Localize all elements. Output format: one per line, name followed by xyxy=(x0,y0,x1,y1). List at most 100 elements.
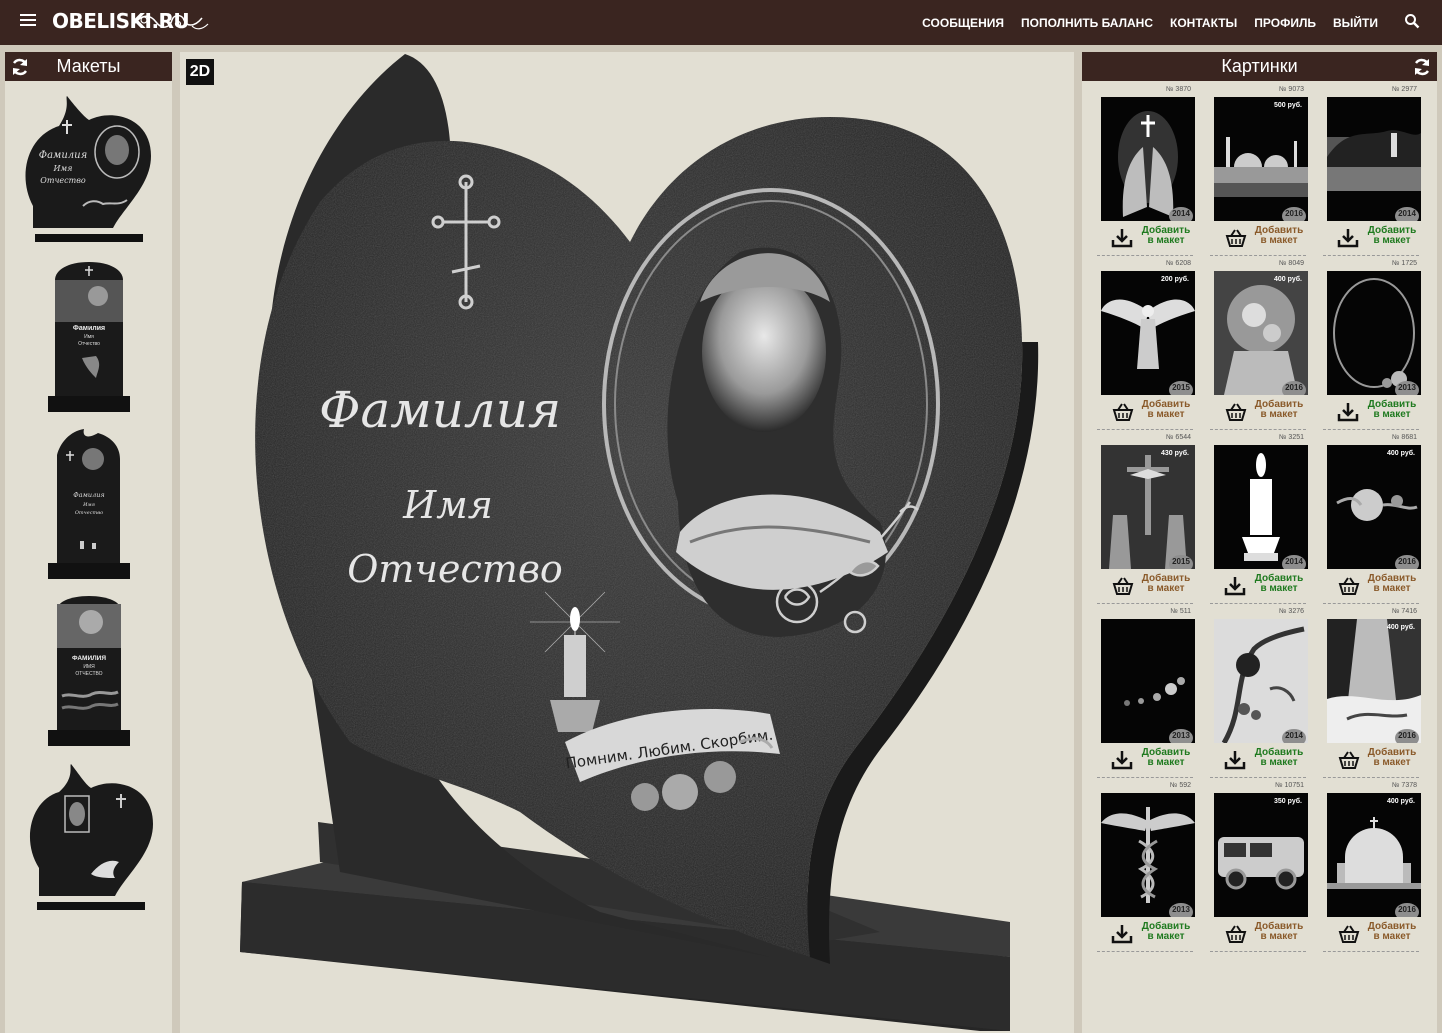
layout-thumb-landscape[interactable]: ФАМИЛИЯ ИМЯ ОТЧЕСТВО xyxy=(48,596,130,748)
picture-thumbnail[interactable]: 350 руб. xyxy=(1214,793,1308,917)
picture-oval-icon xyxy=(1333,278,1415,388)
picture-thumbnail[interactable]: 400 руб. 2016 xyxy=(1327,445,1421,569)
add-to-layout-button[interactable]: Добавить в макет xyxy=(1101,748,1195,772)
picture-thumbnail[interactable]: 400 руб. 2016 xyxy=(1327,619,1421,743)
picture-card[interactable]: № 10751 350 руб. Добавить в макет xyxy=(1210,782,1312,954)
add-to-layout-button[interactable]: Добавить в макет xyxy=(1214,574,1308,598)
picture-number: № 7378 xyxy=(1391,782,1417,789)
layout-thumb-heart-dove[interactable] xyxy=(25,764,157,914)
picture-thumbnail[interactable]: 2013 xyxy=(1327,271,1421,395)
picture-thumbnail[interactable]: 2013 xyxy=(1101,793,1195,917)
add-to-layout-label: Добавить в макет xyxy=(1141,747,1191,768)
refresh-icon[interactable] xyxy=(1412,57,1432,77)
picture-year-badge: 2016 xyxy=(1282,381,1306,395)
picture-thumbnail[interactable]: 2014 xyxy=(1214,445,1308,569)
picture-year-badge: 2013 xyxy=(1395,381,1419,395)
picture-card[interactable]: № 7416 400 руб. 2016 Добавить в макет xyxy=(1323,608,1425,780)
picture-card[interactable]: № 9073 500 руб. 2016 Добавить в макет xyxy=(1210,86,1312,258)
nav-profile[interactable]: ПРОФИЛЬ xyxy=(1254,16,1316,30)
picture-card[interactable]: № 1725 2013 Добавить в макет xyxy=(1323,260,1425,432)
add-to-layout-button[interactable]: Добавить в макет xyxy=(1214,400,1308,424)
picture-card[interactable]: № 592 2013 Добавить в макет xyxy=(1097,782,1199,954)
add-to-layout-button[interactable]: Добавить в макет xyxy=(1101,574,1195,598)
picture-year-badge: 2016 xyxy=(1395,555,1419,569)
picture-thumbnail[interactable]: 2014 xyxy=(1214,619,1308,743)
download-icon xyxy=(1337,402,1359,427)
add-to-layout-button[interactable]: Добавить в макет xyxy=(1101,922,1195,946)
picture-number: № 6544 xyxy=(1165,434,1191,441)
card-divider xyxy=(1323,429,1419,430)
add-to-layout-button[interactable]: Добавить в макет xyxy=(1327,400,1421,424)
search-icon[interactable] xyxy=(1404,13,1420,29)
add-to-layout-button[interactable]: Добавить в макет xyxy=(1327,226,1421,250)
picture-thumbnail[interactable]: 400 руб. 2016 xyxy=(1327,793,1421,917)
nav-top-up-balance[interactable]: ПОПОЛНИТЬ БАЛАНС xyxy=(1021,16,1153,30)
picture-card[interactable]: № 8049 400 руб. 2016 Добавить в макет xyxy=(1210,260,1312,432)
picture-thumbnail[interactable]: 200 руб. 2015 xyxy=(1101,271,1195,395)
picture-church-icon xyxy=(1327,817,1421,889)
add-to-layout-label: Добавить в макет xyxy=(1367,921,1417,942)
layout-thumb-2-surname: Фамилия xyxy=(73,325,105,332)
design-canvas[interactable]: 2D Фамилия Имя Отчество Помним. Любим. С… xyxy=(180,52,1074,1033)
download-icon xyxy=(1111,228,1133,253)
add-to-layout-button[interactable]: Добавить в макет xyxy=(1214,748,1308,772)
picture-thumbnail[interactable]: 400 руб. 2016 xyxy=(1214,271,1308,395)
basket-icon xyxy=(1337,924,1361,949)
add-to-layout-button[interactable]: Добавить в макет xyxy=(1214,226,1308,250)
picture-card[interactable]: № 2977 2014 Добавить в макет xyxy=(1323,86,1425,258)
pictures-panel-header: Картинки xyxy=(1082,52,1437,81)
menu-icon[interactable] xyxy=(20,14,36,26)
add-to-layout-label: Добавить в макет xyxy=(1141,573,1191,594)
picture-card[interactable]: № 6208 200 руб. 2015 Добавить в макет xyxy=(1097,260,1199,432)
nav-logout[interactable]: ВЫЙТИ xyxy=(1333,16,1378,30)
add-to-layout-button[interactable]: Добавить в макет xyxy=(1101,226,1195,250)
picture-thumbnail[interactable]: 430 руб. 2015 xyxy=(1101,445,1195,569)
add-to-layout-label: Добавить в макет xyxy=(1254,225,1304,246)
picture-year-badge: 2016 xyxy=(1395,729,1419,743)
add-to-layout-label: Добавить в макет xyxy=(1254,399,1304,420)
download-icon xyxy=(1224,750,1246,775)
picture-icon-icon xyxy=(1214,271,1308,395)
add-to-layout-button[interactable]: Добавить в макет xyxy=(1327,574,1421,598)
layout-thumb-3-surname: Фамилия xyxy=(73,491,104,499)
card-divider xyxy=(1210,603,1306,604)
layout-thumb-heart[interactable]: Фамилия Имя Отчество xyxy=(23,96,155,246)
nav-contacts[interactable]: КОНТАКТЫ xyxy=(1170,16,1237,30)
monument-surname[interactable]: Фамилия xyxy=(319,381,561,439)
add-to-layout-button[interactable]: Добавить в макет xyxy=(1327,922,1421,946)
picture-number: № 3276 xyxy=(1278,608,1304,615)
layout-thumb-arch[interactable]: Фамилия Имя Отчество xyxy=(48,429,130,581)
refresh-icon[interactable] xyxy=(10,57,30,77)
picture-card[interactable]: № 511 2013 Добавить в макет xyxy=(1097,608,1199,780)
picture-number: № 8681 xyxy=(1391,434,1417,441)
picture-card[interactable]: № 3276 2014 Добавить в макет xyxy=(1210,608,1312,780)
basket-icon xyxy=(1111,576,1135,601)
layout-thumb-4-surname: ФАМИЛИЯ xyxy=(72,655,106,662)
picture-card[interactable]: № 6544 430 руб. 2015 Добавить в макет xyxy=(1097,434,1199,606)
picture-year-badge: 2013 xyxy=(1169,729,1193,743)
top-bar: OBELISKI.RU СООБЩЕНИЯ ПОПОЛНИТЬ БАЛАНС К… xyxy=(0,0,1442,45)
basket-icon xyxy=(1337,750,1361,775)
picture-thumbnail[interactable]: 2013 xyxy=(1101,619,1195,743)
download-icon xyxy=(1111,750,1133,775)
monument-patronymic[interactable]: Отчество xyxy=(347,547,563,591)
nav-messages[interactable]: СООБЩЕНИЯ xyxy=(922,16,1004,30)
picture-thumbnail[interactable]: 500 руб. 2016 xyxy=(1214,97,1308,221)
monument-name[interactable]: Имя xyxy=(402,483,493,527)
picture-card[interactable]: № 8681 400 руб. 2016 Добавить в макет xyxy=(1323,434,1425,606)
add-to-layout-button[interactable]: Добавить в макет xyxy=(1327,748,1421,772)
picture-thumbnail[interactable]: 2014 xyxy=(1101,97,1195,221)
picture-price: 200 руб. xyxy=(1161,276,1189,283)
picture-thumbnail[interactable]: 2014 xyxy=(1327,97,1421,221)
add-to-layout-button[interactable]: Добавить в макет xyxy=(1101,400,1195,424)
picture-card[interactable]: № 3870 2014 Добавить в макет xyxy=(1097,86,1199,258)
picture-van-icon xyxy=(1218,837,1304,890)
card-divider xyxy=(1323,255,1419,256)
picture-card[interactable]: № 3251 2014 Добавить в макет xyxy=(1210,434,1312,606)
picture-card[interactable]: № 7378 400 руб. 2016 Добавить в макет xyxy=(1323,782,1425,954)
picture-rose-icon xyxy=(1336,489,1418,521)
add-to-layout-button[interactable]: Добавить в макет xyxy=(1214,922,1308,946)
picture-price: 400 руб. xyxy=(1387,798,1415,805)
layout-thumb-classic[interactable]: Фамилия Имя Отчество xyxy=(48,262,130,414)
picture-number: № 1725 xyxy=(1391,260,1417,267)
